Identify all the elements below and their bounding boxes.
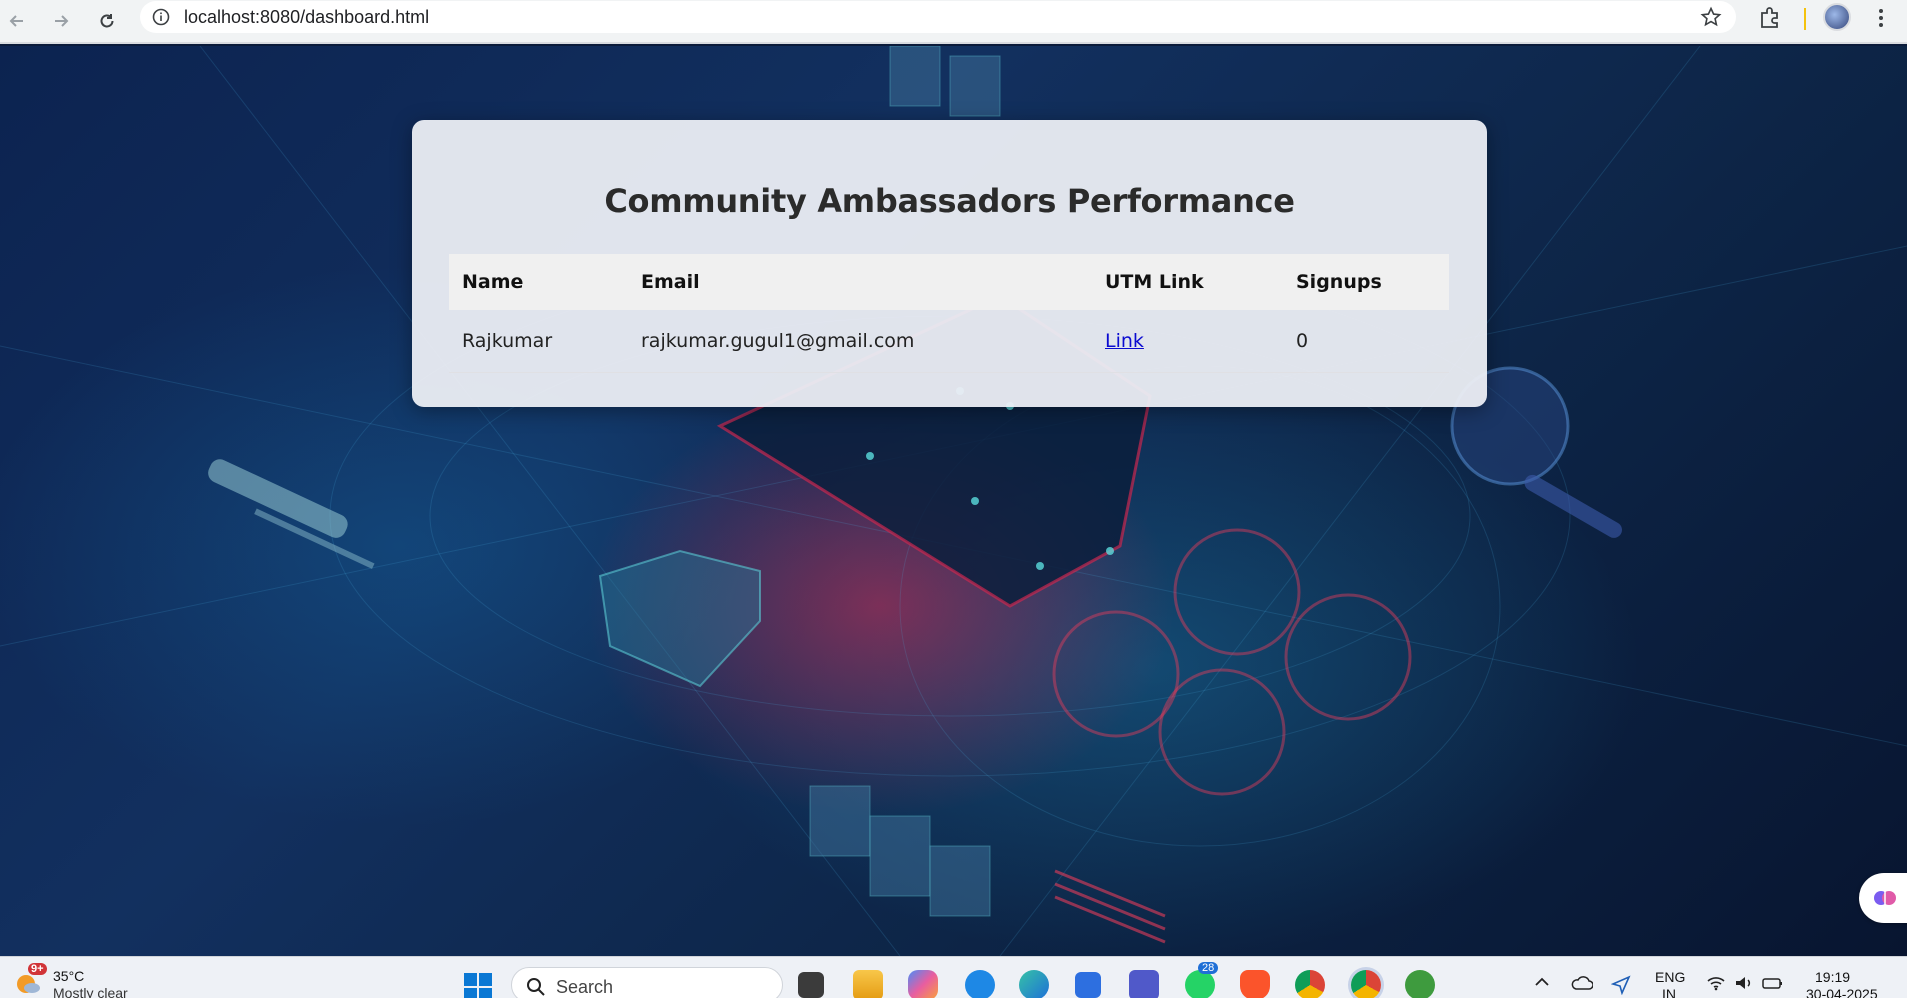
site-info-icon[interactable]: [152, 8, 170, 31]
weather-description[interactable]: Mostly clear: [53, 985, 128, 998]
weather-temperature[interactable]: 35°C: [53, 968, 84, 984]
cell-signups: 0: [1283, 310, 1449, 373]
brave-browser-icon[interactable]: [1240, 970, 1270, 998]
ambassadors-table: Name Email UTM Link Signups Rajkumar raj…: [449, 254, 1449, 373]
cell-name: Rajkumar: [449, 310, 628, 373]
whatsapp-badge: 28: [1198, 962, 1219, 974]
location-arrow-icon[interactable]: [1610, 975, 1631, 998]
teams-icon[interactable]: [1129, 970, 1159, 998]
file-explorer-icon[interactable]: [853, 970, 883, 998]
address-bar[interactable]: localhost:8080/dashboard.html: [140, 1, 1736, 33]
copilot-icon[interactable]: [908, 970, 938, 998]
weather-alert-badge: 9+: [28, 963, 47, 975]
edge-browser-icon[interactable]: [1019, 970, 1049, 998]
floating-assistant-button[interactable]: [1859, 873, 1907, 923]
profile-avatar[interactable]: [1823, 3, 1851, 31]
reload-button[interactable]: [92, 6, 122, 36]
windows-start-icon[interactable]: [463, 972, 493, 998]
wifi-icon[interactable]: [1706, 975, 1726, 996]
language-indicator[interactable]: ENG: [1655, 969, 1685, 985]
region-indicator[interactable]: IN: [1662, 986, 1676, 998]
volume-icon[interactable]: [1734, 975, 1754, 996]
forward-arrow-icon: [55, 15, 69, 27]
cell-utm-link: Link: [1092, 310, 1283, 373]
performance-card: Community Ambassadors Performance Name E…: [412, 120, 1487, 407]
extensions-icon[interactable]: [1757, 5, 1783, 36]
menu-kebab-icon[interactable]: [1870, 5, 1892, 36]
page-title: Community Ambassadors Performance: [604, 182, 1295, 220]
table-row: Rajkumar rajkumar.gugul1@gmail.com Link …: [449, 310, 1449, 373]
bookmark-star-icon[interactable]: [1700, 6, 1722, 33]
back-arrow-icon: [9, 15, 23, 27]
clock-time[interactable]: 19:19: [1815, 969, 1850, 985]
snipping-tool-icon[interactable]: [1075, 972, 1101, 998]
windows-taskbar: 9+ 35°C Mostly clear Search 28 ENG IN 19…: [0, 956, 1907, 998]
browser-toolbar: localhost:8080/dashboard.html: [0, 0, 1907, 44]
column-header-signups: Signups: [1296, 271, 1382, 293]
task-view-icon[interactable]: [798, 972, 824, 998]
forward-button[interactable]: [46, 6, 76, 36]
whatsapp-icon[interactable]: [1185, 970, 1215, 998]
chrome-active-icon[interactable]: [1351, 970, 1381, 998]
app-leaf-icon[interactable]: [1405, 970, 1435, 998]
brain-icon: [1874, 891, 1896, 905]
search-label: Search: [556, 977, 614, 997]
column-header-utm-link: UTM Link: [1105, 271, 1204, 293]
clock-date[interactable]: 30-04-2025: [1806, 986, 1878, 998]
reload-icon: [100, 14, 114, 28]
toolbar-divider: [1804, 8, 1806, 30]
help-icon[interactable]: [965, 970, 995, 998]
column-header-name: Name: [462, 271, 524, 293]
taskbar-search[interactable]: Search: [511, 967, 783, 998]
table-header-row: Name Email UTM Link Signups: [449, 254, 1449, 310]
utm-link[interactable]: Link: [1105, 330, 1144, 352]
chrome-icon[interactable]: [1295, 970, 1325, 998]
search-icon: [526, 977, 546, 998]
onedrive-cloud-icon[interactable]: [1571, 975, 1594, 996]
battery-icon[interactable]: [1762, 975, 1784, 996]
back-button[interactable]: [2, 6, 32, 36]
url-text: localhost:8080/dashboard.html: [184, 7, 430, 27]
show-hidden-icons-chevron-icon[interactable]: [1533, 975, 1551, 994]
page-viewport: Community Ambassadors Performance Name E…: [0, 46, 1907, 956]
column-header-email: Email: [641, 271, 700, 293]
cell-email: rajkumar.gugul1@gmail.com: [628, 310, 1092, 373]
